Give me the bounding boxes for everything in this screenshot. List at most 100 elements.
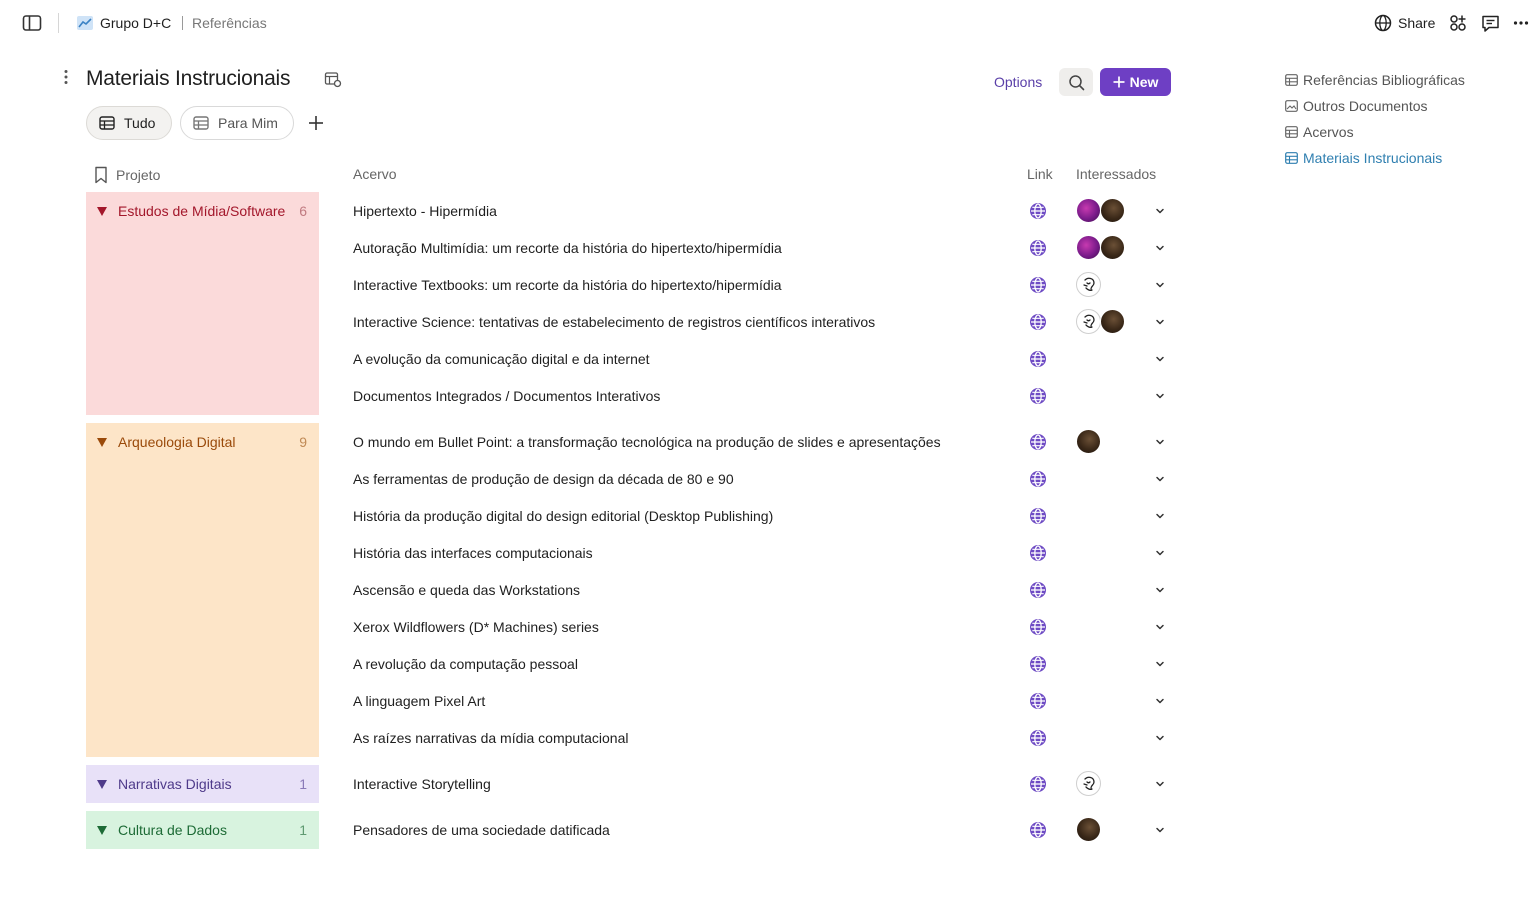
row-title[interactable]: Ascensão e queda das Workstations: [353, 582, 580, 598]
interessados-avatars[interactable]: [1076, 235, 1125, 260]
chevron-down-icon[interactable]: [1154, 390, 1166, 402]
options-button[interactable]: Options: [994, 74, 1042, 90]
outline-item[interactable]: Materiais Instrucionais: [1285, 149, 1442, 167]
column-header-link[interactable]: Link: [1027, 166, 1053, 182]
row-title[interactable]: Pensadores de uma sociedade datificada: [353, 822, 610, 838]
group-estudos-midia-software[interactable]: Estudos de Mídia/Software 6: [86, 192, 319, 415]
breadcrumb-page[interactable]: Referências: [192, 12, 267, 34]
chevron-down-icon[interactable]: [1154, 658, 1166, 670]
collapse-triangle-icon[interactable]: [97, 826, 107, 835]
link-globe-icon[interactable]: [1029, 350, 1047, 368]
row-title[interactable]: As raízes narrativas da mídia computacio…: [353, 730, 628, 746]
column-header-acervo[interactable]: Acervo: [353, 166, 397, 182]
link-globe-icon[interactable]: [1029, 276, 1047, 294]
chevron-down-icon[interactable]: [1154, 510, 1166, 522]
chevron-down-icon[interactable]: [1154, 473, 1166, 485]
collapse-triangle-icon[interactable]: [97, 780, 107, 789]
link-globe-icon[interactable]: [1029, 729, 1047, 747]
group-narrativas-digitais[interactable]: Narrativas Digitais 1: [86, 765, 319, 803]
avatar[interactable]: [1076, 429, 1101, 454]
search-button[interactable]: [1059, 68, 1093, 96]
link-globe-icon[interactable]: [1029, 618, 1047, 636]
interessados-avatars[interactable]: [1076, 771, 1101, 796]
link-globe-icon[interactable]: [1029, 692, 1047, 710]
tab-para-mim[interactable]: Para Mim: [180, 106, 294, 140]
more-icon[interactable]: [1513, 20, 1529, 26]
avatar[interactable]: [1076, 817, 1101, 842]
link-globe-icon[interactable]: [1029, 581, 1047, 599]
apps-icon[interactable]: [1449, 14, 1467, 32]
link-globe-icon[interactable]: [1029, 387, 1047, 405]
group-arqueologia-digital[interactable]: Arqueologia Digital 9: [86, 423, 319, 757]
block-menu-icon[interactable]: [62, 69, 70, 85]
sidebar-toggle-icon[interactable]: [22, 14, 42, 32]
row-title[interactable]: O mundo em Bullet Point: a transformação…: [353, 434, 941, 450]
row-title[interactable]: Hipertexto - Hipermídia: [353, 203, 497, 219]
interessados-avatars[interactable]: [1076, 309, 1125, 334]
row-title[interactable]: Autoração Multimídia: um recorte da hist…: [353, 240, 782, 256]
interessados-avatars[interactable]: [1076, 817, 1101, 842]
column-header-projeto[interactable]: Projeto: [94, 166, 160, 184]
chevron-down-icon[interactable]: [1154, 695, 1166, 707]
row-title[interactable]: A revolução da computação pessoal: [353, 656, 578, 672]
column-header-interessados[interactable]: Interessados: [1076, 166, 1156, 182]
chevron-down-icon[interactable]: [1154, 436, 1166, 448]
avatar[interactable]: [1100, 198, 1125, 223]
link-globe-icon[interactable]: [1029, 655, 1047, 673]
row-title[interactable]: A linguagem Pixel Art: [353, 693, 485, 709]
chevron-down-icon[interactable]: [1154, 279, 1166, 291]
chevron-down-icon[interactable]: [1154, 205, 1166, 217]
interessados-avatars[interactable]: [1076, 198, 1125, 223]
outline-item[interactable]: Outros Documentos: [1285, 97, 1428, 115]
interessados-avatars[interactable]: [1076, 272, 1101, 297]
link-globe-icon[interactable]: [1029, 313, 1047, 331]
group-cultura-de-dados[interactable]: Cultura de Dados 1: [86, 811, 319, 849]
avatar[interactable]: [1076, 235, 1101, 260]
chevron-down-icon[interactable]: [1154, 547, 1166, 559]
row-title[interactable]: Interactive Textbooks: um recorte da his…: [353, 277, 782, 293]
link-globe-icon[interactable]: [1029, 775, 1047, 793]
collapse-triangle-icon[interactable]: [97, 438, 107, 447]
interessados-avatars[interactable]: [1076, 429, 1101, 454]
avatar[interactable]: [1100, 235, 1125, 260]
chevron-down-icon[interactable]: [1154, 778, 1166, 790]
row-title[interactable]: Xerox Wildflowers (D* Machines) series: [353, 619, 599, 635]
database-settings-icon[interactable]: [324, 71, 342, 88]
chevron-down-icon[interactable]: [1154, 824, 1166, 836]
chevron-down-icon[interactable]: [1154, 316, 1166, 328]
plus-icon: [1113, 76, 1125, 88]
chevron-down-icon[interactable]: [1154, 621, 1166, 633]
avatar[interactable]: [1076, 771, 1101, 796]
avatar[interactable]: [1076, 309, 1101, 334]
row-title[interactable]: A evolução da comunicação digital e da i…: [353, 351, 650, 367]
avatar[interactable]: [1100, 309, 1125, 334]
link-globe-icon[interactable]: [1029, 202, 1047, 220]
chevron-down-icon[interactable]: [1154, 353, 1166, 365]
link-globe-icon[interactable]: [1029, 470, 1047, 488]
link-globe-icon[interactable]: [1029, 507, 1047, 525]
link-globe-icon[interactable]: [1029, 433, 1047, 451]
add-view-icon[interactable]: [307, 114, 325, 132]
link-globe-icon[interactable]: [1029, 544, 1047, 562]
row-title[interactable]: Interactive Storytelling: [353, 776, 491, 792]
breadcrumb-workspace[interactable]: Grupo D+C: [76, 12, 171, 34]
collapse-triangle-icon[interactable]: [97, 207, 107, 216]
chevron-down-icon[interactable]: [1154, 242, 1166, 254]
row-title[interactable]: Interactive Science: tentativas de estab…: [353, 314, 875, 330]
new-button[interactable]: New: [1100, 68, 1171, 96]
comment-icon[interactable]: [1481, 14, 1500, 33]
row-title[interactable]: História das interfaces computacionais: [353, 545, 593, 561]
outline-item[interactable]: Referências Bibliográficas: [1285, 71, 1465, 89]
tab-tudo[interactable]: Tudo: [86, 106, 172, 140]
avatar[interactable]: [1076, 272, 1101, 297]
avatar[interactable]: [1076, 198, 1101, 223]
row-title[interactable]: História da produção digital do design e…: [353, 508, 773, 524]
link-globe-icon[interactable]: [1029, 821, 1047, 839]
row-title[interactable]: Documentos Integrados / Documentos Inter…: [353, 388, 660, 404]
row-title[interactable]: As ferramentas de produção de design da …: [353, 471, 734, 487]
chevron-down-icon[interactable]: [1154, 732, 1166, 744]
share-button[interactable]: Share: [1374, 12, 1435, 34]
link-globe-icon[interactable]: [1029, 239, 1047, 257]
chevron-down-icon[interactable]: [1154, 584, 1166, 596]
outline-item[interactable]: Acervos: [1285, 123, 1354, 141]
